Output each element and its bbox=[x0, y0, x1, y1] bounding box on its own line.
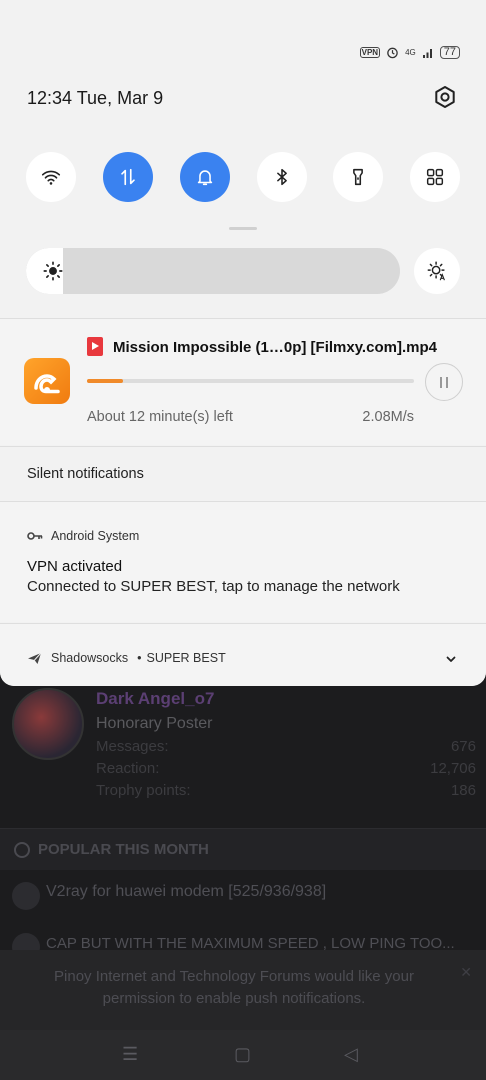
bluetooth-toggle[interactable] bbox=[257, 152, 307, 202]
push-prompt-text: Pinoy Internet and Technology Forums wou… bbox=[54, 968, 414, 1007]
vpn-notification-title: VPN activated bbox=[27, 558, 123, 575]
divider bbox=[0, 446, 486, 447]
uc-browser-icon bbox=[24, 358, 70, 404]
home-button[interactable]: ▢ bbox=[234, 1044, 251, 1065]
flashlight-icon bbox=[353, 168, 363, 186]
shadowsocks-notification-header: Shadowsocks • SUPER BEST bbox=[27, 651, 226, 665]
silent-notifications-header: Silent notifications bbox=[27, 466, 144, 482]
back-button[interactable]: ◁ bbox=[344, 1044, 358, 1065]
download-eta: About 12 minute(s) left bbox=[87, 409, 233, 425]
stat-label: Reaction: bbox=[96, 760, 160, 777]
popular-title: POPULAR THIS MONTH bbox=[38, 841, 209, 858]
video-file-icon bbox=[87, 337, 103, 356]
avatar[interactable] bbox=[12, 688, 84, 760]
signal-icon bbox=[422, 48, 432, 58]
download-speed: 2.08M/s bbox=[362, 409, 414, 425]
wifi-toggle[interactable] bbox=[26, 152, 76, 202]
drag-handle[interactable] bbox=[229, 227, 257, 230]
data-arrows-icon bbox=[121, 168, 135, 186]
stat-messages: Messages: 676 bbox=[96, 738, 476, 755]
stat-value: 186 bbox=[450, 782, 476, 799]
battery-indicator: 77 bbox=[439, 46, 460, 59]
profile-username[interactable]: Dark Angel_o7 bbox=[96, 689, 214, 709]
brightness-slider[interactable] bbox=[26, 248, 400, 294]
close-icon[interactable]: ✕ bbox=[460, 964, 472, 981]
bluetooth-icon bbox=[277, 168, 287, 186]
stat-trophy-points: Trophy points: 186 bbox=[96, 782, 476, 799]
key-icon bbox=[27, 532, 43, 540]
auto-brightness-button[interactable] bbox=[414, 248, 460, 294]
stat-label: Trophy points: bbox=[96, 782, 191, 799]
profile-card: Dark Angel_o7 Honorary Poster Messages: … bbox=[0, 680, 486, 820]
push-permission-banner: Pinoy Internet and Technology Forums wou… bbox=[0, 950, 486, 1030]
pause-icon bbox=[446, 376, 448, 388]
navigation-bar: ☰ ▢ ◁ bbox=[0, 1030, 486, 1080]
notification-app-name: Android System bbox=[51, 529, 140, 543]
bell-icon bbox=[197, 170, 213, 186]
sound-toggle[interactable] bbox=[180, 152, 230, 202]
paper-plane-icon bbox=[28, 652, 42, 664]
vpn-notification-body: Connected to SUPER BEST, tap to manage t… bbox=[27, 578, 400, 595]
vpn-notification-header: Android System bbox=[27, 529, 139, 543]
notification-profile-name: SUPER BEST bbox=[146, 651, 226, 665]
brightness-sun-icon bbox=[43, 261, 63, 281]
status-bar-icons: VPN 4G 77 bbox=[359, 46, 460, 59]
settings-gear-icon[interactable] bbox=[432, 84, 458, 110]
popular-icon bbox=[14, 842, 30, 858]
profile-role: Honorary Poster bbox=[96, 715, 213, 732]
network-type-label: 4G bbox=[405, 48, 416, 57]
recents-button[interactable]: ☰ bbox=[122, 1044, 138, 1065]
download-title: Mission Impossible (1…0p] [Filmxy.com].m… bbox=[113, 339, 437, 356]
auto-brightness-icon bbox=[427, 261, 445, 281]
stat-label: Messages: bbox=[96, 738, 169, 755]
vpn-icon: VPN bbox=[359, 47, 381, 58]
stat-reaction: Reaction: 12,706 bbox=[96, 760, 476, 777]
popular-header: POPULAR THIS MONTH bbox=[0, 828, 486, 870]
wifi-icon bbox=[41, 170, 61, 185]
flashlight-toggle[interactable] bbox=[333, 152, 383, 202]
separator-dot: • bbox=[137, 651, 142, 665]
quick-settings-row bbox=[26, 152, 460, 202]
notification-app-name: Shadowsocks bbox=[51, 651, 129, 665]
download-progress-fill bbox=[87, 379, 123, 383]
notification-shade: VPN 4G 77 12:34 Tue, Mar 9 Mission Impos… bbox=[0, 0, 486, 686]
thread-link[interactable]: V2ray for huawei modem [525/936/938] bbox=[46, 883, 326, 901]
download-progress-bar bbox=[87, 379, 414, 383]
clock-date[interactable]: 12:34 Tue, Mar 9 bbox=[27, 88, 163, 109]
mobile-data-toggle[interactable] bbox=[103, 152, 153, 202]
chevron-down-icon[interactable] bbox=[444, 652, 458, 666]
grid-icon bbox=[426, 168, 444, 186]
pause-button[interactable] bbox=[425, 363, 463, 401]
alarm-icon bbox=[387, 47, 398, 59]
pause-icon bbox=[440, 376, 442, 388]
stat-value: 676 bbox=[450, 738, 476, 755]
thread-avatar bbox=[12, 882, 40, 910]
more-settings-toggle[interactable] bbox=[410, 152, 460, 202]
stat-value: 12,706 bbox=[430, 760, 476, 777]
